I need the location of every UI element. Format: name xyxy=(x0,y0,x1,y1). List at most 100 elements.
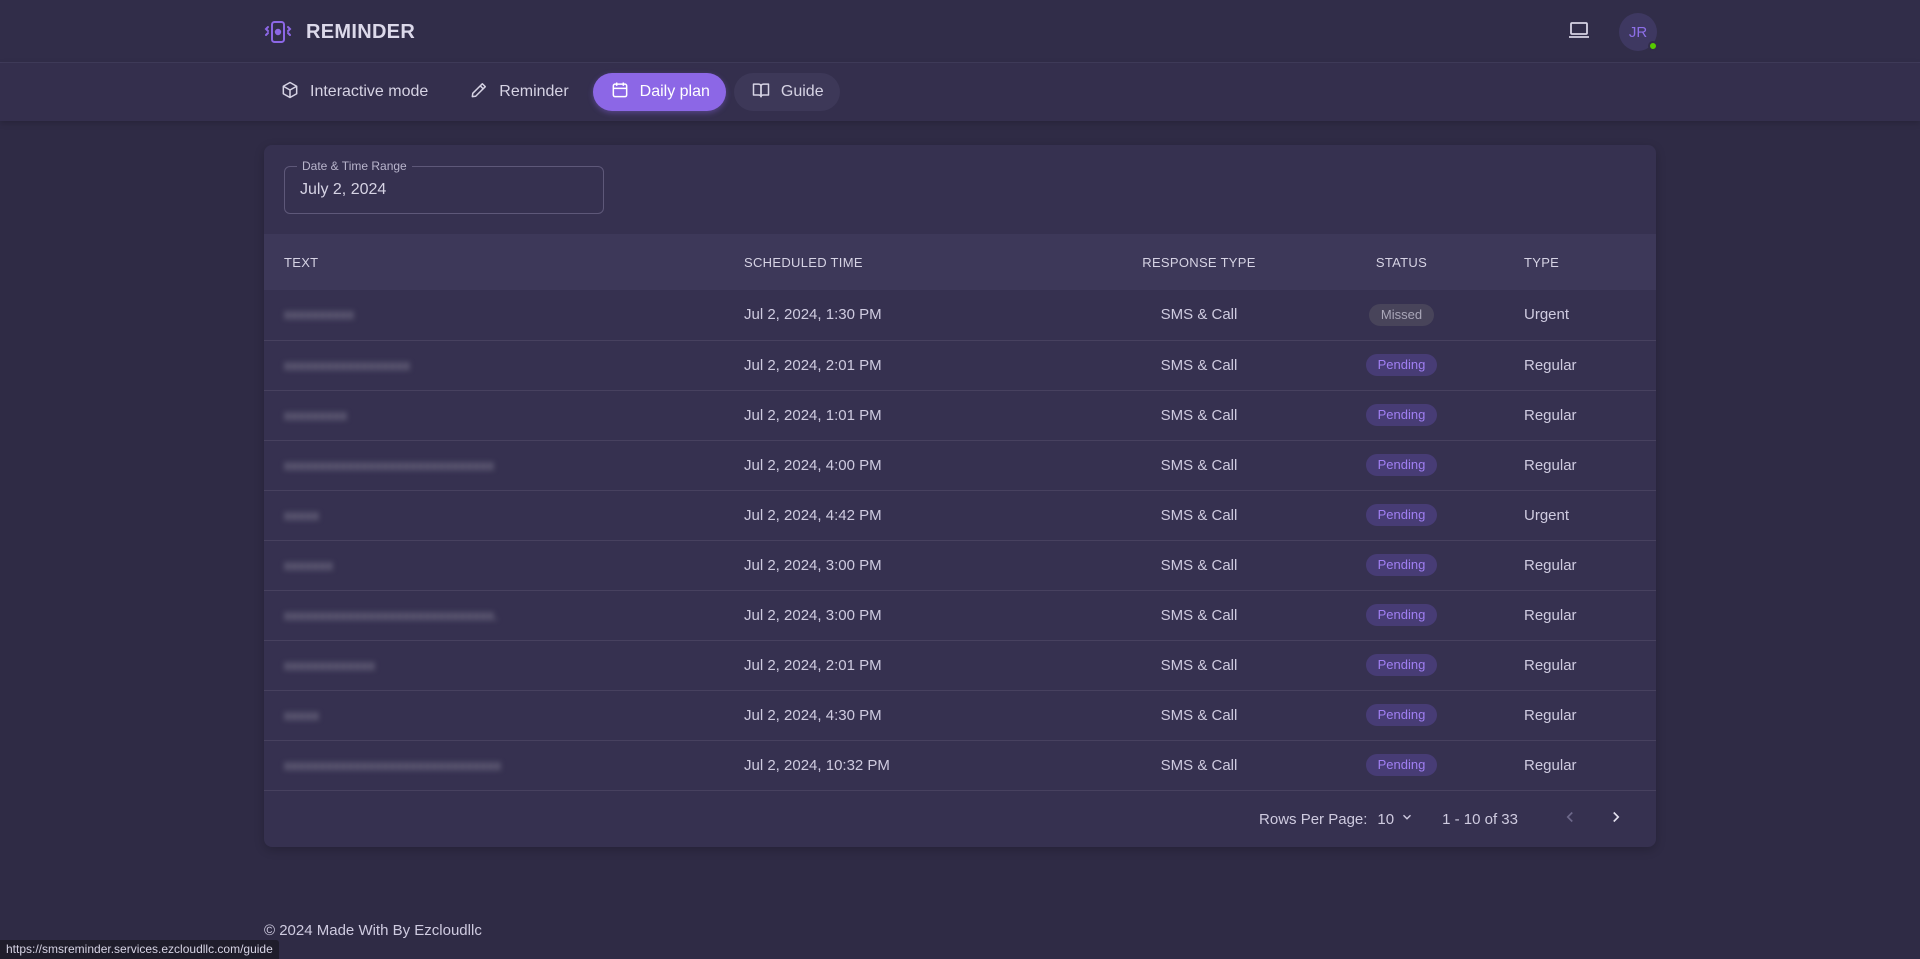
status-badge: Pending xyxy=(1365,604,1438,626)
cell-scheduled-time: Jul 2, 2024, 10:32 PM xyxy=(744,756,890,774)
cell-response-type: SMS & Call xyxy=(1160,456,1238,474)
table-row[interactable]: xxxxxxx Jul 2, 2024, 3:00 PM SMS & Call Pen… xyxy=(264,540,1656,590)
cell-scheduled-time: Jul 2, 2024, 2:01 PM xyxy=(744,356,882,374)
cell-response-type: SMS & Call xyxy=(1160,656,1238,674)
brand[interactable]: REMINDER xyxy=(263,17,415,47)
cell-response-type: SMS & Call xyxy=(1160,306,1238,324)
cell-text: xxxxxxxxxxxxxxxxxx xyxy=(264,340,744,390)
cell-type: Regular xyxy=(1524,356,1577,374)
status-badge: Pending xyxy=(1365,354,1438,376)
cell-text: xxxxxxxxx xyxy=(264,390,744,440)
status-badge: Pending xyxy=(1365,454,1438,476)
redacted-reminder-text: xxxxxxxxxxxxxxxxxxxxxxxxxxxxxx. xyxy=(284,606,498,623)
laptop-mode-button[interactable] xyxy=(1559,12,1599,52)
nav-item-label: Guide xyxy=(780,83,824,100)
table-row[interactable]: xxxxx Jul 2, 2024, 4:42 PM SMS & Call Pendi… xyxy=(264,490,1656,540)
date-range-field[interactable]: Date & Time Range xyxy=(284,159,604,214)
next-page-button[interactable] xyxy=(1600,803,1632,835)
cell-scheduled-time: Jul 2, 2024, 4:00 PM xyxy=(744,456,882,474)
cell-status: Pending xyxy=(1314,690,1489,740)
status-badge: Pending xyxy=(1365,554,1438,576)
column-header-text[interactable]: TEXT xyxy=(264,234,744,290)
cell-text: xxxxx xyxy=(264,690,744,740)
pencil-icon xyxy=(469,80,489,105)
table-header-row: TEXT SCHEDULED TIME RESPONSE TYPE STATUS… xyxy=(264,234,1656,290)
redacted-reminder-text: xxxxxxxxxxxxxxxxxxxxxxxxxxxxxxx xyxy=(284,756,501,773)
chevron-down-icon xyxy=(1400,810,1414,828)
status-badge: Pending xyxy=(1365,404,1438,426)
cell-response-type: SMS & Call xyxy=(1160,756,1238,774)
cell-status: Missed xyxy=(1314,290,1489,340)
status-badge: Pending xyxy=(1365,704,1438,726)
redacted-reminder-text: xxxxxxxxxxxxxxxxxx xyxy=(284,356,410,373)
cell-response-type: SMS & Call xyxy=(1160,406,1238,424)
column-header-status[interactable]: STATUS xyxy=(1314,234,1489,290)
cell-status: Pending xyxy=(1314,640,1489,690)
footer-copyright: © 2024 Made With By Ezcloudllc xyxy=(264,922,482,939)
cell-status: Pending xyxy=(1314,340,1489,390)
nav-item-label: Interactive mode xyxy=(310,83,429,100)
redacted-reminder-text: xxxxxxxxx xyxy=(284,406,347,423)
status-badge: Pending xyxy=(1365,754,1438,776)
book-icon xyxy=(751,80,771,105)
table-row[interactable]: xxxxxxxxx Jul 2, 2024, 1:01 PM SMS & Call P… xyxy=(264,390,1656,440)
table-row[interactable]: xxxxxxxxxxxxxxxxxxxxxxxxxxxxxxx Jul 2, 20… xyxy=(264,740,1656,790)
chevron-left-icon xyxy=(1561,808,1579,830)
status-badge: Missed xyxy=(1368,303,1435,326)
cell-text: xxxxx xyxy=(264,490,744,540)
calendar-icon xyxy=(610,80,630,105)
table-pagination: Rows Per Page: 10 1 - 10 of 33 xyxy=(264,791,1656,847)
previous-page-button[interactable] xyxy=(1554,803,1586,835)
chevron-right-icon xyxy=(1607,808,1625,830)
nav-item-guide[interactable]: Guide xyxy=(733,73,840,111)
cell-status: Pending xyxy=(1314,540,1489,590)
table-row[interactable]: xxxxxxxxxxxxx Jul 2, 2024, 2:01 PM SMS & C… xyxy=(264,640,1656,690)
cell-type: Regular xyxy=(1524,406,1577,424)
pagination-range: 1 - 10 of 33 xyxy=(1442,810,1518,828)
laptop-icon xyxy=(1567,18,1591,47)
cell-type: Urgent xyxy=(1524,306,1570,324)
column-header-response-type[interactable]: RESPONSE TYPE xyxy=(1084,234,1314,290)
cell-text: xxxxxxxxxx xyxy=(264,290,744,340)
app-title: REMINDER xyxy=(306,20,416,43)
main-navigation: Interactive mode Reminder Daily plan Gui… xyxy=(0,63,1920,121)
rows-per-page-value: 10 xyxy=(1377,810,1395,828)
cube-icon xyxy=(280,80,300,105)
cell-scheduled-time: Jul 2, 2024, 4:30 PM xyxy=(744,706,882,724)
date-range-input[interactable] xyxy=(300,181,590,199)
avatar-initials: JR xyxy=(1628,23,1648,41)
table-row[interactable]: xxxxx Jul 2, 2024, 4:30 PM SMS & Call Pendi… xyxy=(264,690,1656,740)
user-avatar[interactable]: JR xyxy=(1619,13,1658,51)
table-row[interactable]: xxxxxxxxxx Jul 2, 2024, 1:30 PM SMS & Call… xyxy=(264,290,1656,340)
rows-per-page-select[interactable]: 10 xyxy=(1377,810,1414,828)
redacted-reminder-text: xxxxxxxxxxxxx xyxy=(284,656,375,673)
nav-item-interactive-mode[interactable]: Interactive mode xyxy=(263,73,444,111)
redacted-reminder-text: xxxxx xyxy=(284,506,319,523)
column-header-scheduled-time[interactable]: SCHEDULED TIME xyxy=(744,234,1084,290)
redacted-reminder-text: xxxxxxxxxx xyxy=(284,306,354,323)
cell-text: xxxxxxxxxxxxxxxxxxxxxxxxxxxxxxx xyxy=(264,740,744,790)
cell-response-type: SMS & Call xyxy=(1160,606,1238,624)
cell-status: Pending xyxy=(1314,740,1489,790)
cell-scheduled-time: Jul 2, 2024, 1:30 PM xyxy=(744,306,882,324)
column-header-type[interactable]: TYPE xyxy=(1489,234,1656,290)
nav-item-daily-plan[interactable]: Daily plan xyxy=(592,73,726,111)
table-row[interactable]: xxxxxxxxxxxxxxxxxx Jul 2, 2024, 2:01 PM SM… xyxy=(264,340,1656,390)
cell-type: Regular xyxy=(1524,706,1577,724)
cell-text: xxxxxxx xyxy=(264,540,744,590)
cell-scheduled-time: Jul 2, 2024, 2:01 PM xyxy=(744,656,882,674)
redacted-reminder-text: xxxxxxx xyxy=(284,556,333,573)
online-status-dot xyxy=(1648,41,1658,51)
cell-status: Pending xyxy=(1314,440,1489,490)
table-row[interactable]: xxxxxxxxxxxxxxxxxxxxxxxxxxxxxx. Jul 2, 20… xyxy=(264,590,1656,640)
table-row[interactable]: xxxxxxxxxxxxxxxxxxxxxxxxxxxxxx Jul 2, 202… xyxy=(264,440,1656,490)
cell-scheduled-time: Jul 2, 2024, 3:00 PM xyxy=(744,606,882,624)
cell-text: xxxxxxxxxxxxxxxxxxxxxxxxxxxxxx. xyxy=(264,590,744,640)
phone-vibrate-logo-icon xyxy=(263,17,293,47)
cell-response-type: SMS & Call xyxy=(1160,706,1238,724)
nav-item-reminder[interactable]: Reminder xyxy=(452,73,584,111)
status-badge: Pending xyxy=(1365,504,1438,526)
cell-text: xxxxxxxxxxxxx xyxy=(264,640,744,690)
cell-response-type: SMS & Call xyxy=(1160,356,1238,374)
redacted-reminder-text: xxxxxxxxxxxxxxxxxxxxxxxxxxxxxx xyxy=(284,456,494,473)
